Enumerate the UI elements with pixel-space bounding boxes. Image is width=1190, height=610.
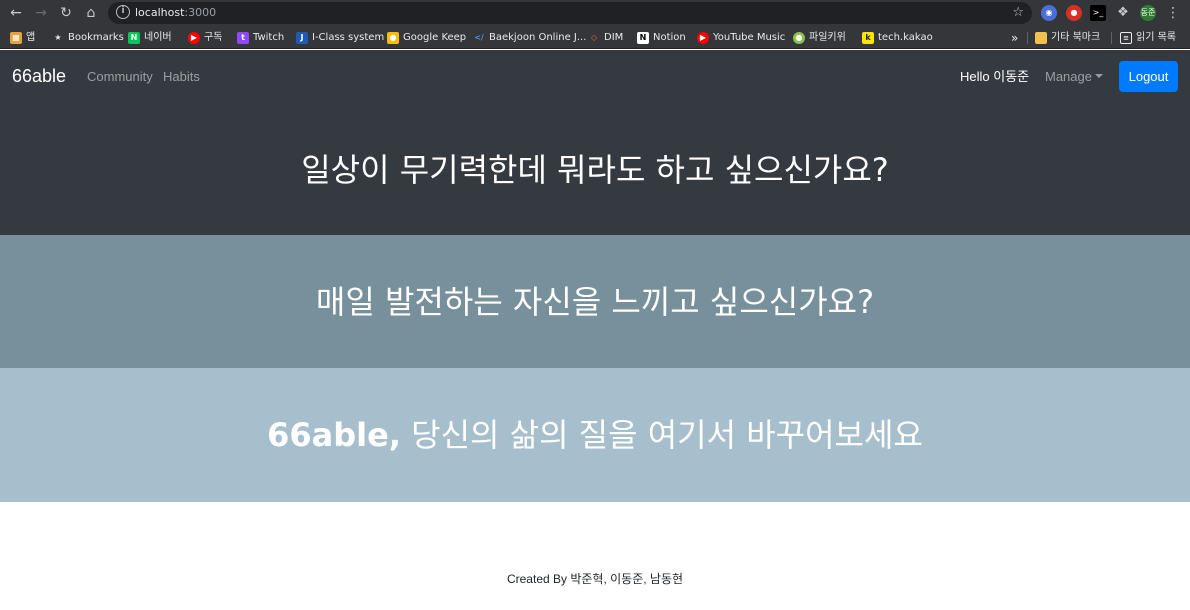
hero-line-2: 매일 발전하는 자신을 느끼고 싶으신가요? (315, 282, 875, 321)
baekjoon-icon: </ (474, 33, 484, 42)
nav-link-habits[interactable]: Habits (163, 68, 200, 85)
bookmark-twitch[interactable]: t Twitch (237, 30, 284, 46)
filekiwi-icon: ● (793, 32, 805, 44)
bookmark-label: 네이버 (144, 32, 172, 43)
bookmark-label: Bookmarks (68, 32, 124, 43)
bookmark-label: Baekjoon Online J... (489, 32, 587, 43)
reload-icon[interactable]: ↻ (56, 3, 76, 23)
brand-logo[interactable]: 66able (12, 64, 66, 88)
bookmark-other[interactable]: 기타 북마크 (1035, 30, 1100, 46)
dim-icon: ◇ (590, 33, 598, 42)
bookmark-youtube-music[interactable]: ▶ YouTube Music (697, 30, 785, 46)
bookmark-bookmarks[interactable]: ★ Bookmarks (52, 30, 124, 46)
hero-line-1: 일상이 무기력한데 뭐라도 하고 싶으신가요? (301, 150, 889, 189)
caret-down-icon (1094, 74, 1103, 78)
app-navbar: 66able Community Habits Hello 이동준 Manage… (0, 50, 1190, 104)
notion-icon: N (637, 32, 649, 44)
hero-tagline: 당신의 삶의 질을 여기서 바꾸어보세요 (400, 416, 923, 454)
bookmark-baekjoon[interactable]: </ Baekjoon Online J... (473, 30, 586, 46)
kakao-icon: k (862, 32, 874, 44)
bookmark-star-icon[interactable]: ☆ (1012, 4, 1024, 22)
folder-icon (1035, 32, 1047, 44)
profile-avatar[interactable]: 동준 (1140, 5, 1156, 21)
extension-translate-icon[interactable]: ◉ (1041, 5, 1057, 21)
bookmarks-divider (1027, 32, 1028, 44)
bookmark-filekiwi[interactable]: ● 파일키위 (793, 30, 846, 46)
bookmark-label: 읽기 목록 (1136, 32, 1176, 43)
bookmark-label: tech.kakao (878, 32, 933, 43)
bookmark-iclass[interactable]: J I-Class system (296, 30, 384, 46)
hero-band-1: 일상이 무기력한데 뭐라도 하고 싶으신가요? (0, 104, 1190, 235)
reading-list-icon: ≡ (1120, 32, 1132, 44)
manage-dropdown[interactable]: Manage (1045, 68, 1103, 85)
url-host: localhost (135, 6, 185, 19)
bookmark-dim[interactable]: ◇ DIM (588, 30, 623, 46)
bookmark-label: 앱 (26, 32, 36, 43)
hero-brand-text: 66able, (267, 416, 401, 454)
hero-line-3: 66able, 당신의 삶의 질을 여기서 바꾸어보세요 (267, 415, 923, 455)
home-icon[interactable]: ⌂ (81, 3, 101, 23)
bookmark-label: Google Keep (403, 32, 467, 43)
forward-arrow-icon[interactable]: → (31, 3, 51, 23)
extension-terminal-icon[interactable]: >_ (1090, 5, 1106, 21)
browser-menu-icon[interactable]: ⋮ (1166, 3, 1180, 23)
youtube-music-icon: ▶ (697, 32, 709, 44)
bookmark-reading-list[interactable]: ≡ 읽기 목록 (1120, 30, 1176, 46)
bookmark-label: Notion (653, 32, 686, 43)
footer-credits: Created By 박준혁, 이동준, 남동현 (506, 572, 684, 586)
hero-band-3: 66able, 당신의 삶의 질을 여기서 바꾸어보세요 (0, 368, 1190, 502)
bookmark-naver[interactable]: N 네이버 (128, 30, 172, 46)
user-greeting: Hello 이동준 (960, 69, 1030, 84)
url-port: :3000 (184, 6, 217, 19)
bookmark-notion[interactable]: N Notion (637, 30, 686, 46)
bookmark-apps[interactable]: ▦ 앱 (10, 30, 35, 46)
bookmark-label: Twitch (253, 32, 285, 43)
apps-grid-icon: ▦ (10, 32, 22, 44)
back-arrow-icon[interactable]: ← (6, 3, 26, 23)
google-keep-icon: ● (387, 32, 399, 44)
overflow-chevron-icon: » (1011, 31, 1019, 45)
bookmarks-divider (1111, 32, 1112, 44)
extension-adblock-icon[interactable]: ● (1066, 5, 1082, 21)
hero-band-2: 매일 발전하는 자신을 느끼고 싶으신가요? (0, 235, 1190, 368)
extensions-puzzle-icon[interactable]: ❖ (1115, 5, 1131, 21)
naver-icon: N (128, 32, 140, 44)
address-bar[interactable]: i localhost:3000 ☆ (108, 2, 1032, 24)
manage-label: Manage (1045, 69, 1092, 84)
bookmark-subscriptions[interactable]: ▶ 구독 (188, 30, 222, 46)
bookmark-label: 구독 (204, 32, 223, 43)
bookmarks-bar: ▦ 앱 ★ Bookmarks N 네이버 ▶ 구독 t Twitch J I-Class … (0, 26, 1190, 49)
site-info-icon[interactable]: i (116, 5, 130, 19)
bookmark-google-keep[interactable]: ● Google Keep (387, 30, 466, 46)
bookmark-label: 파일키위 (809, 32, 846, 43)
bookmark-label: YouTube Music (713, 32, 786, 43)
nav-link-community[interactable]: Community (87, 68, 153, 85)
bookmark-label: DIM (604, 32, 624, 43)
bookmark-label: I-Class system (312, 32, 385, 43)
bookmark-label: 기타 북마크 (1051, 32, 1101, 43)
iclass-icon: J (296, 32, 308, 44)
logout-button[interactable]: Logout (1119, 61, 1178, 92)
bookmark-tech-kakao[interactable]: k tech.kakao (862, 30, 933, 46)
address-url: localhost:3000 (135, 5, 216, 21)
browser-toolbar: ← → ↻ ⌂ i localhost:3000 ☆ ◉ ● >_ ❖ 동준 ⋮ (0, 0, 1190, 26)
bookmarks-overflow-button[interactable]: » (1011, 30, 1018, 46)
twitch-icon: t (237, 32, 249, 44)
star-icon: ★ (54, 33, 62, 42)
youtube-icon: ▶ (188, 32, 200, 44)
